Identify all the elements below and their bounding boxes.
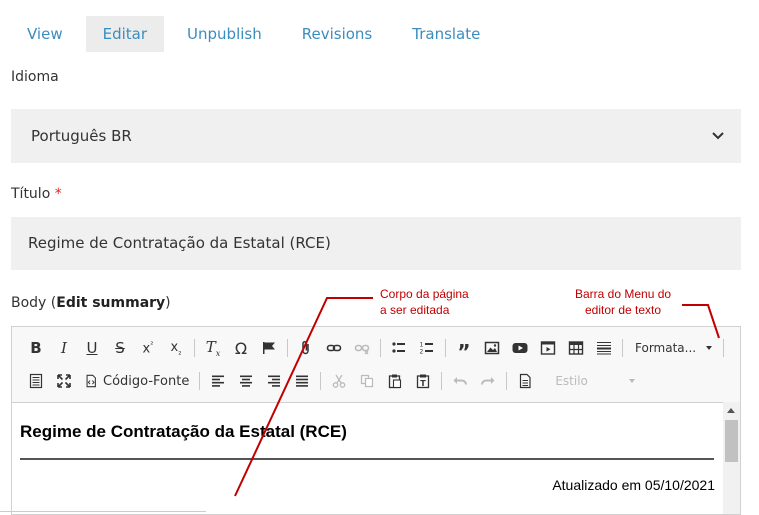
toolbar-separator	[199, 372, 201, 390]
rich-text-editor: B I U S x² x₂ Tx Ω 12 ” Formata... Códig…	[11, 326, 741, 515]
fullscreen-icon[interactable]	[50, 368, 78, 394]
svg-text:1: 1	[420, 342, 424, 349]
paste-icon[interactable]	[381, 368, 409, 394]
document-heading: Regime de Contratação da Estatal (RCE)	[20, 422, 347, 441]
superscript-button[interactable]: x²	[134, 335, 162, 361]
source-code-button[interactable]: Código-Fonte	[78, 368, 195, 394]
strikethrough-button[interactable]: S	[106, 335, 134, 361]
copy-icon[interactable]	[353, 368, 381, 394]
bulleted-list-icon[interactable]	[385, 335, 413, 361]
source-file-icon	[86, 374, 96, 388]
remove-format-button[interactable]: Tx	[199, 335, 227, 361]
body-annotation-line-1: Corpo da página	[380, 287, 469, 301]
table-icon[interactable]	[562, 335, 590, 361]
redo-icon[interactable]	[474, 368, 502, 394]
toolbar-separator	[622, 339, 623, 357]
title-label: Título *	[11, 186, 62, 202]
bold-button[interactable]: B	[22, 335, 50, 361]
caret-down-icon	[629, 379, 636, 383]
toolbar-separator	[441, 372, 443, 390]
toolbar-separator	[287, 339, 288, 357]
tab-edit[interactable]: Editar	[85, 16, 165, 52]
panel-bottom-edge	[0, 511, 206, 512]
align-center-icon[interactable]	[232, 368, 260, 394]
tab-revisions[interactable]: Revisions	[285, 16, 390, 52]
italic-button[interactable]: I	[50, 335, 78, 361]
image-icon[interactable]	[478, 335, 506, 361]
align-left-icon[interactable]	[204, 368, 232, 394]
toolbar-row-1: B I U S x² x₂ Tx Ω 12 ” Formata...	[22, 335, 728, 362]
svg-text:T: T	[421, 379, 427, 388]
menu-annotation: Barra do Menu do editor de texto	[575, 286, 671, 318]
horizontal-rule-icon[interactable]	[590, 335, 618, 361]
maximize-document-icon[interactable]	[22, 368, 50, 394]
media-embed-icon[interactable]	[534, 335, 562, 361]
paperclip-icon[interactable]	[292, 335, 320, 361]
paste-text-icon[interactable]: T	[409, 368, 437, 394]
title-label-text: Título	[11, 186, 51, 202]
blockquote-icon[interactable]: ”	[450, 335, 478, 362]
document-properties-icon[interactable]	[511, 368, 539, 394]
body-label: Body (Edit summary)	[11, 295, 171, 311]
toolbar-separator	[506, 372, 508, 390]
tab-translate[interactable]: Translate	[395, 16, 497, 52]
toolbar-row-2: Código-Fonte T Estilo	[22, 368, 643, 394]
language-label: Idioma	[11, 69, 59, 85]
link-icon[interactable]	[320, 335, 348, 361]
tab-bar: View Editar Unpublish Revisions Translat…	[10, 16, 497, 52]
align-right-icon[interactable]	[260, 368, 288, 394]
updated-date-text: Atualizado em 05/10/2021	[552, 477, 715, 493]
toolbar-separator	[723, 339, 724, 357]
body-label-suffix: )	[165, 295, 171, 311]
scrollbar-thumb[interactable]	[725, 420, 738, 462]
toolbar-separator	[380, 339, 381, 357]
style-combo[interactable]: Estilo	[547, 369, 643, 393]
format-combo[interactable]: Formata...	[627, 336, 719, 360]
edit-summary-link[interactable]: Edit summary	[56, 295, 165, 311]
style-combo-label: Estilo	[555, 374, 588, 388]
toolbar-separator	[320, 372, 322, 390]
language-select[interactable]: Português BR	[11, 109, 741, 163]
scroll-up-arrow-icon[interactable]	[727, 408, 735, 413]
menu-annotation-line-1: Barra do Menu do	[575, 287, 672, 301]
svg-text:2: 2	[420, 349, 424, 356]
format-combo-label: Formata...	[635, 341, 697, 355]
toolbar-separator	[194, 339, 195, 357]
numbered-list-icon[interactable]: 12	[413, 335, 441, 361]
justify-icon[interactable]	[288, 368, 316, 394]
menu-annotation-line-2: editor de texto	[585, 303, 662, 317]
unlink-icon[interactable]	[348, 335, 376, 361]
chevron-down-icon	[712, 132, 724, 140]
editor-scrollbar[interactable]	[723, 402, 740, 514]
special-char-button[interactable]: Ω	[227, 335, 255, 361]
title-input[interactable]: Regime de Contratação da Estatal (RCE)	[11, 217, 741, 270]
editor-content-area[interactable]: Regime de Contratação da Estatal (RCE) A…	[12, 402, 723, 514]
language-select-value: Português BR	[31, 127, 132, 145]
caret-down-icon	[706, 346, 713, 350]
tab-unpublish[interactable]: Unpublish	[170, 16, 279, 52]
underline-button[interactable]: U	[78, 335, 106, 361]
tab-view[interactable]: View	[10, 16, 80, 52]
horizontal-rule	[20, 458, 714, 460]
body-annotation: Corpo da página a ser editada	[380, 286, 469, 318]
toolbar-separator	[445, 339, 446, 357]
undo-icon[interactable]	[446, 368, 474, 394]
subscript-button[interactable]: x₂	[162, 335, 190, 361]
body-annotation-line-2: a ser editada	[380, 303, 450, 317]
editor-toolbar: B I U S x² x₂ Tx Ω 12 ” Formata... Códig…	[12, 327, 740, 403]
video-icon[interactable]	[506, 335, 534, 361]
body-label-prefix: Body (	[11, 295, 57, 311]
flag-icon[interactable]	[255, 335, 283, 361]
cut-icon[interactable]	[325, 368, 353, 394]
source-code-label: Código-Fonte	[103, 373, 190, 389]
required-marker: *	[54, 186, 62, 202]
